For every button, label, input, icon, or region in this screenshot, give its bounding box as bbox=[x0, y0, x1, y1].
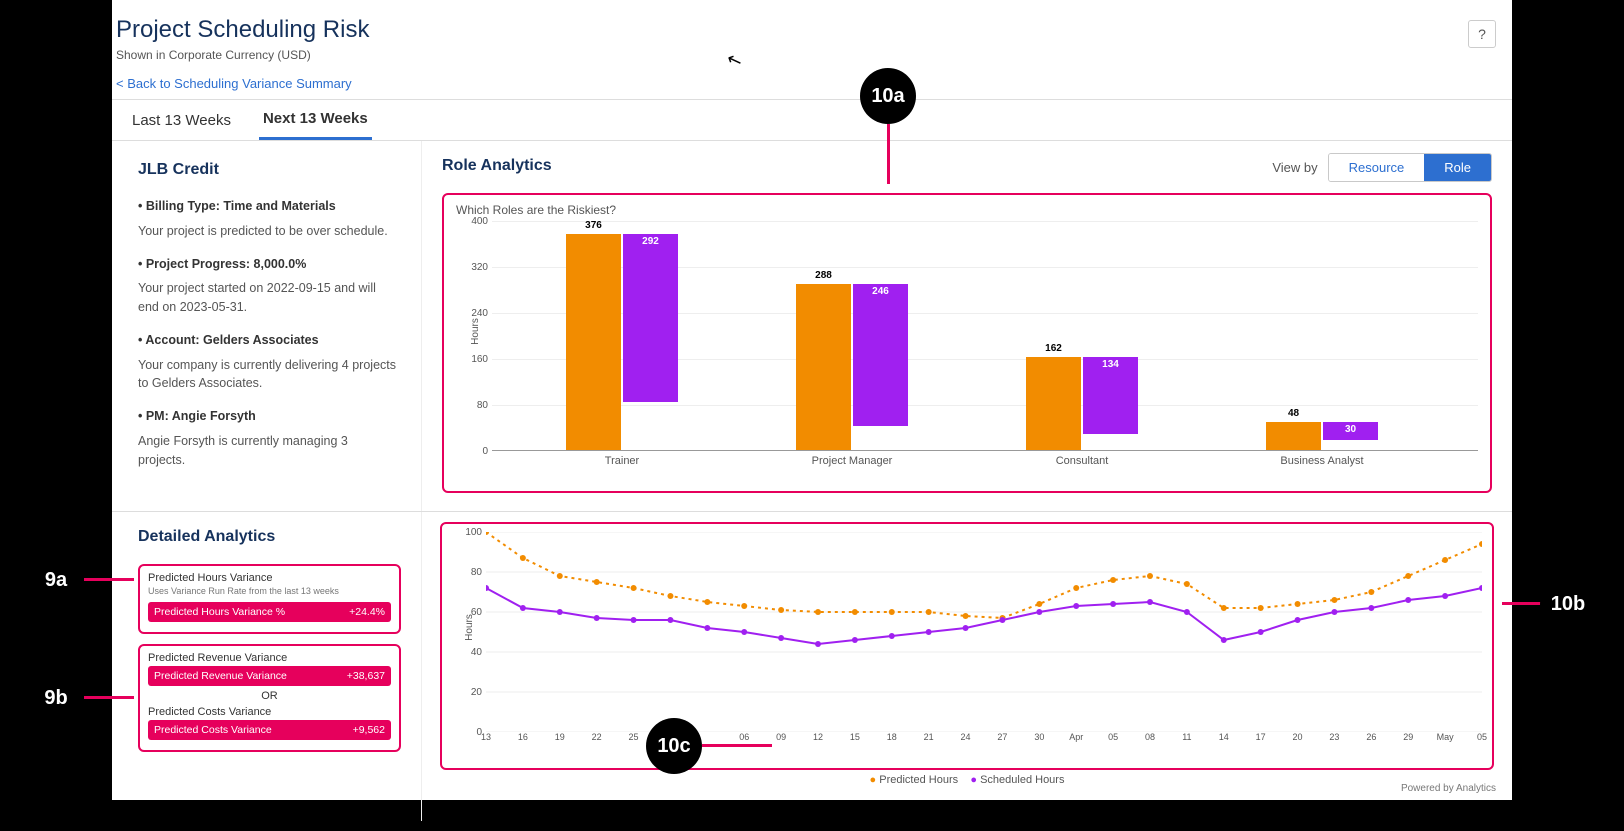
card-b-row2-value: +9,562 bbox=[353, 724, 385, 736]
viewby-label: View by bbox=[1272, 160, 1317, 175]
account-label: • Account: Gelders Associates bbox=[138, 331, 397, 350]
billing-type-sub: Your project is predicted to be over sch… bbox=[138, 222, 397, 241]
bar-ylabel: Hours bbox=[470, 318, 481, 345]
billing-type-label: • Billing Type: Time and Materials bbox=[138, 197, 397, 216]
roles-bar-chart: Which Roles are the Riskiest? Hours 0801… bbox=[442, 193, 1492, 493]
upper-content: JLB Credit • Billing Type: Time and Mate… bbox=[112, 141, 1512, 511]
or-label: OR bbox=[148, 690, 391, 702]
card-a-title: Predicted Hours Variance bbox=[148, 572, 391, 584]
card-a-sub: Uses Variance Run Rate from the last 13 … bbox=[148, 586, 391, 596]
help-button[interactable]: ? bbox=[1468, 20, 1496, 48]
card-b-row1-value: +38,637 bbox=[347, 670, 385, 682]
detailed-title: Detailed Analytics bbox=[138, 528, 401, 546]
card-a-row-label: Predicted Hours Variance % bbox=[154, 606, 285, 618]
role-analytics-region: Role Analytics View by Resource Role Whi… bbox=[422, 141, 1512, 511]
powered-by: Powered by Analytics bbox=[1401, 783, 1496, 794]
line-chart-area: Hours 020406080100 bbox=[486, 532, 1482, 732]
legend-predicted-label: Predicted Hours bbox=[879, 774, 958, 786]
hours-line-chart: Hours 020406080100 131619222506091215182… bbox=[440, 522, 1494, 770]
roles-chart-title: Which Roles are the Riskiest? bbox=[456, 203, 1478, 217]
card-a-row-value: +24.4% bbox=[349, 606, 385, 618]
viewby-toggle: View by Resource Role bbox=[1272, 153, 1492, 182]
card-b-title1: Predicted Revenue Variance bbox=[148, 652, 391, 664]
currency-subtitle: Shown in Corporate Currency (USD) bbox=[116, 48, 1488, 62]
pm-label: • PM: Angie Forsyth bbox=[138, 407, 397, 426]
legend-scheduled-swatch: ● bbox=[970, 774, 977, 786]
line-legend: ● Predicted Hours ● Scheduled Hours bbox=[440, 774, 1494, 786]
progress-label: • Project Progress: 8,000.0% bbox=[138, 255, 397, 274]
dashboard-app: Project Scheduling Risk Shown in Corpora… bbox=[112, 0, 1512, 800]
annotation-10a-line bbox=[887, 124, 890, 184]
project-summary: JLB Credit • Billing Type: Time and Mate… bbox=[112, 141, 422, 511]
line-svg bbox=[486, 532, 1482, 732]
annotation-10c-line bbox=[702, 744, 772, 747]
annotation-10c: 10c bbox=[646, 718, 702, 774]
progress-sub: Your project started on 2022-09-15 and w… bbox=[138, 279, 397, 317]
predicted-revenue-costs-card: Predicted Revenue Variance Predicted Rev… bbox=[138, 644, 401, 752]
card-b-row1-label: Predicted Revenue Variance bbox=[154, 670, 287, 682]
detailed-analytics: Detailed Analytics Predicted Hours Varia… bbox=[112, 512, 422, 821]
bar-xlabels: TrainerProject ManagerConsultantBusiness… bbox=[492, 451, 1478, 471]
back-link[interactable]: < Back to Scheduling Variance Summary bbox=[116, 76, 352, 91]
account-sub: Your company is currently delivering 4 p… bbox=[138, 356, 397, 394]
header: Project Scheduling Risk Shown in Corpora… bbox=[112, 0, 1512, 99]
annotation-9b-line bbox=[84, 696, 134, 699]
tab-next-13-weeks[interactable]: Next 13 Weeks bbox=[259, 100, 372, 140]
toggle-resource[interactable]: Resource bbox=[1329, 154, 1425, 181]
pm-sub: Angie Forsyth is currently managing 3 pr… bbox=[138, 432, 397, 470]
toggle-role[interactable]: Role bbox=[1424, 154, 1491, 181]
bar-chart-area: Hours 0801602403204003762922882461621344… bbox=[492, 221, 1478, 451]
lower-content: Detailed Analytics Predicted Hours Varia… bbox=[112, 511, 1512, 821]
project-name: JLB Credit bbox=[138, 161, 397, 179]
legend-predicted-swatch: ● bbox=[870, 774, 877, 786]
card-b-row2[interactable]: Predicted Costs Variance +9,562 bbox=[148, 720, 391, 740]
annotation-10a: 10a bbox=[860, 68, 916, 124]
tabs: Last 13 Weeks Next 13 Weeks bbox=[112, 99, 1512, 141]
page-title: Project Scheduling Risk bbox=[116, 16, 1488, 44]
tab-last-13-weeks[interactable]: Last 13 Weeks bbox=[128, 102, 235, 139]
annotation-10b: 10b bbox=[1540, 576, 1596, 632]
card-b-title2: Predicted Costs Variance bbox=[148, 706, 391, 718]
annotation-9b: 9b bbox=[28, 670, 84, 726]
card-b-row1[interactable]: Predicted Revenue Variance +38,637 bbox=[148, 666, 391, 686]
annotation-10b-line bbox=[1502, 602, 1542, 605]
annotation-9a: 9a bbox=[28, 552, 84, 608]
line-ylabel: Hours bbox=[464, 614, 475, 641]
line-xlabels: 1316192225060912151821242730Apr050811141… bbox=[486, 732, 1482, 750]
line-chart-region: Hours 020406080100 131619222506091215182… bbox=[422, 512, 1512, 821]
legend-scheduled-label: Scheduled Hours bbox=[980, 774, 1064, 786]
card-b-row2-label: Predicted Costs Variance bbox=[154, 724, 272, 736]
predicted-hours-variance-card: Predicted Hours Variance Uses Variance R… bbox=[138, 564, 401, 634]
annotation-9a-line bbox=[84, 578, 134, 581]
card-a-row[interactable]: Predicted Hours Variance % +24.4% bbox=[148, 602, 391, 622]
